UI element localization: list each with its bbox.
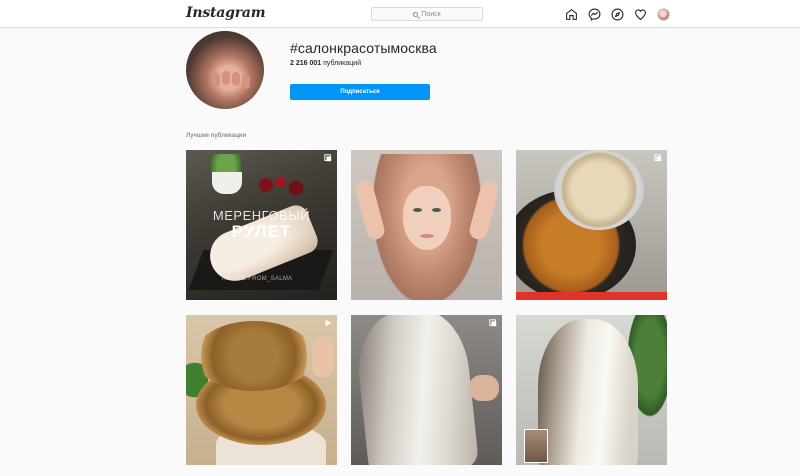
- nail-decoration: [232, 72, 240, 86]
- post-credit: RECIPE.FROM_SALMA: [222, 276, 293, 282]
- post-tile[interactable]: МЕРЕНГОВЫЙ РУЛЕТ RECIPE.FROM_SALMA: [186, 150, 337, 300]
- eye-shape: [432, 208, 441, 212]
- ombre-hair-image: [538, 319, 638, 465]
- carousel-icon: [654, 154, 662, 162]
- hand-shape: [312, 337, 334, 377]
- red-banner: [516, 292, 667, 300]
- nail-decoration: [212, 73, 220, 87]
- flatbread-top: [194, 321, 314, 391]
- search-icon: [413, 11, 419, 17]
- post-overlay-line1: МЕРЕНГОВЫЙ: [212, 208, 311, 223]
- posts-count-label: публикаций: [323, 60, 362, 67]
- lips-shape: [420, 234, 434, 238]
- carousel-icon: [489, 319, 497, 327]
- nail-decoration: [222, 71, 230, 85]
- post-tile[interactable]: [186, 315, 337, 465]
- top-posts-label: Лучшие публикации: [186, 133, 247, 139]
- messenger-icon[interactable]: [588, 8, 601, 21]
- blonde-hair-image: [352, 315, 480, 465]
- home-icon[interactable]: [565, 8, 578, 21]
- post-tile[interactable]: [516, 315, 667, 465]
- heart-icon[interactable]: [634, 8, 647, 21]
- post-tile[interactable]: [516, 150, 667, 300]
- explore-icon[interactable]: [611, 8, 624, 21]
- nail-decoration: [242, 75, 250, 89]
- search-input[interactable]: Поиск: [371, 7, 483, 21]
- search-placeholder: Поиск: [421, 10, 441, 18]
- video-icon: [325, 319, 332, 327]
- nav-icons: [565, 8, 670, 21]
- post-overlay-line2: РУЛЕТ: [231, 222, 292, 241]
- hashtag-title: #салонкрасотымосква: [290, 40, 437, 56]
- follow-button[interactable]: Подписаться: [290, 84, 430, 100]
- top-nav: Instagram Поиск: [0, 0, 800, 28]
- eye-shape: [413, 208, 422, 212]
- instagram-logo[interactable]: Instagram: [186, 5, 266, 21]
- posts-count-number: 2 216 001: [290, 60, 322, 67]
- post-tile[interactable]: [351, 150, 502, 300]
- post-tile[interactable]: [351, 315, 502, 465]
- hashtag-profile-image: [186, 31, 264, 109]
- posts-grid: МЕРЕНГОВЫЙ РУЛЕТ RECIPE.FROM_SALMA: [186, 150, 668, 465]
- profile-avatar[interactable]: [657, 8, 670, 21]
- before-photo-inset: [524, 429, 548, 463]
- plant-pot: [212, 172, 242, 194]
- posts-count: 2 216 001 публикаций: [290, 60, 361, 67]
- face-shape: [403, 186, 451, 250]
- carousel-icon: [324, 154, 332, 162]
- berries-decoration: [256, 170, 306, 200]
- bowl-with-rice: [554, 150, 644, 230]
- hand-shape: [469, 375, 499, 401]
